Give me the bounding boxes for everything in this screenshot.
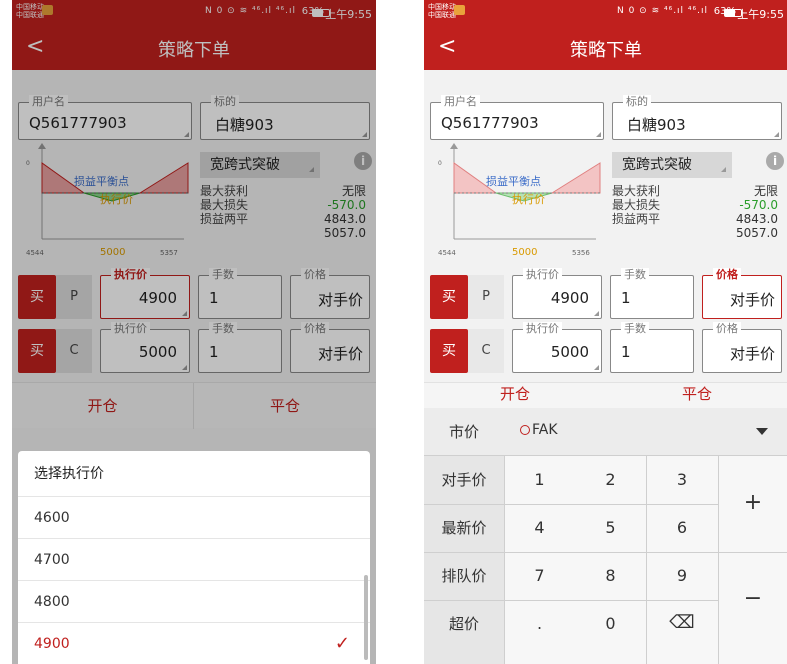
tick-label: 5000 bbox=[512, 247, 537, 258]
resize-corner-icon bbox=[774, 132, 779, 137]
divider bbox=[504, 552, 787, 553]
latest-price-key[interactable]: 最新价 bbox=[424, 504, 504, 553]
kv-value: -570.0 bbox=[739, 198, 778, 212]
page-title: 策略下单 bbox=[570, 40, 642, 61]
signal-icons: N 0 ⊙ ≋ ⁴⁶.ıl ⁴⁶.ıl bbox=[617, 6, 708, 16]
quantity-field[interactable]: 手数 1 bbox=[610, 268, 694, 319]
picker-option-label: 4900 bbox=[34, 636, 70, 652]
key-9[interactable]: 9 bbox=[646, 566, 718, 585]
check-icon: ✓ bbox=[334, 633, 350, 654]
kv-key: 损益两平 bbox=[612, 212, 661, 226]
queue-price-key[interactable]: 排队价 bbox=[424, 552, 504, 601]
key-5[interactable]: 5 bbox=[575, 518, 646, 537]
key-2[interactable]: 2 bbox=[575, 470, 646, 489]
kv-value: 5057.0 bbox=[736, 226, 778, 240]
target-value: 白糖903 bbox=[627, 116, 686, 134]
resize-corner-icon bbox=[594, 311, 599, 316]
price-field[interactable]: 价格 对手价 bbox=[702, 322, 782, 373]
over-price-key[interactable]: 超价 bbox=[424, 600, 504, 648]
price-label: 价格 bbox=[713, 268, 741, 282]
strike-picker-sheet: 选择执行价 4600 4700 4800 4900 ✓ bbox=[18, 451, 370, 664]
resize-corner-icon bbox=[594, 365, 599, 370]
quantity-label: 手数 bbox=[621, 268, 649, 282]
username-label: 用户名 bbox=[441, 95, 480, 109]
open-tab[interactable]: 开仓 bbox=[424, 383, 606, 408]
quantity-value: 1 bbox=[621, 289, 631, 307]
target-field[interactable]: 标的 白糖903 bbox=[612, 95, 782, 140]
key-dot[interactable]: . bbox=[504, 614, 575, 633]
quantity-label: 手数 bbox=[621, 322, 649, 336]
price-keyboard: 市价 FAK 对手价 最新价 排队价 超价 1 2 3 4 5 6 7 8 9 … bbox=[424, 408, 787, 664]
picker-option[interactable]: 4800 bbox=[18, 581, 370, 623]
divider bbox=[718, 456, 719, 664]
price-field[interactable]: 价格 对手价 bbox=[702, 268, 782, 319]
price-value: 对手价 bbox=[729, 345, 775, 363]
radio-icon[interactable] bbox=[520, 425, 530, 435]
put-call-button[interactable]: C bbox=[468, 329, 504, 373]
strike-field[interactable]: 执行价 4900 bbox=[512, 268, 602, 319]
strike-value: 5000 bbox=[550, 343, 589, 361]
key-7[interactable]: 7 bbox=[504, 566, 575, 585]
left-screen: 中国移动中国联通 N 0 ⊙ ≋ ⁴⁶.ıl ⁴⁶.ıl 63% 上午9:55 … bbox=[12, 0, 376, 664]
strike-label: 执行价 bbox=[512, 192, 545, 206]
chevron-down-icon[interactable] bbox=[756, 428, 768, 435]
payoff-chart: 0 损益平衡点 执行价 4544 5000 5356 bbox=[438, 143, 601, 258]
tick-label: 4544 bbox=[438, 249, 456, 257]
key-6[interactable]: 6 bbox=[646, 518, 718, 537]
right-screen: 中国移动中国联通 N 0 ⊙ ≋ ⁴⁶.ıl ⁴⁶.ıl 63% 上午9:55 … bbox=[424, 0, 787, 664]
order-tabs: 开仓 平仓 bbox=[424, 382, 787, 408]
breakeven-label: 损益平衡点 bbox=[486, 174, 541, 188]
status-bar: 中国移动中国联通 N 0 ⊙ ≋ ⁴⁶.ıl ⁴⁶.ıl 63% 上午9:55 bbox=[424, 0, 787, 26]
strike-field-label: 执行价 bbox=[523, 322, 562, 336]
picker-header: 选择执行价 bbox=[18, 451, 370, 497]
target-label: 标的 bbox=[623, 95, 651, 109]
tick-label: 5356 bbox=[572, 249, 590, 257]
divider bbox=[504, 504, 718, 505]
strike-value: 4900 bbox=[550, 289, 589, 307]
key-1[interactable]: 1 bbox=[504, 470, 575, 489]
strategy-select[interactable]: 宽跨式突破 bbox=[612, 152, 732, 178]
key-8[interactable]: 8 bbox=[575, 566, 646, 585]
title-bar: < 策略下单 bbox=[424, 26, 787, 70]
quantity-field[interactable]: 手数 1 bbox=[610, 322, 694, 373]
scrollbar[interactable] bbox=[364, 575, 368, 660]
zero-label: 0 bbox=[438, 160, 442, 167]
opponent-price-key[interactable]: 对手价 bbox=[424, 456, 504, 505]
key-3[interactable]: 3 bbox=[646, 470, 718, 489]
kv-value: 无限 bbox=[753, 184, 778, 198]
strategy-name: 宽跨式突破 bbox=[622, 157, 692, 173]
market-price-key[interactable]: 市价 bbox=[424, 408, 504, 456]
plus-key[interactable]: + bbox=[718, 490, 787, 515]
quantity-value: 1 bbox=[621, 343, 631, 361]
minus-key[interactable]: − bbox=[718, 586, 787, 611]
price-value: 对手价 bbox=[729, 291, 775, 309]
picker-option[interactable]: 4700 bbox=[18, 539, 370, 581]
info-icon[interactable]: i bbox=[766, 152, 784, 170]
buy-button[interactable]: 买 bbox=[430, 275, 468, 319]
kv-key: 最大损失 bbox=[612, 198, 661, 212]
resize-corner-icon bbox=[596, 132, 601, 137]
kv-key: 最大获利 bbox=[612, 184, 661, 198]
price-label: 价格 bbox=[713, 322, 741, 336]
picker-option[interactable]: 4600 bbox=[18, 497, 370, 539]
close-tab[interactable]: 平仓 bbox=[606, 383, 787, 408]
username-field[interactable]: 用户名 Q561777903 bbox=[430, 95, 604, 140]
operator-label: 中国移动 中国联通 bbox=[428, 3, 456, 19]
key-4[interactable]: 4 bbox=[504, 518, 575, 537]
divider bbox=[504, 600, 718, 601]
dropdown-icon bbox=[721, 167, 726, 172]
fak-label: FAK bbox=[532, 422, 558, 438]
key-0[interactable]: 0 bbox=[575, 614, 646, 633]
clock: 上午9:55 bbox=[737, 8, 784, 21]
strike-field-label: 执行价 bbox=[523, 268, 562, 282]
buy-button[interactable]: 买 bbox=[430, 329, 468, 373]
market-row: 市价 FAK bbox=[424, 408, 787, 456]
put-call-button[interactable]: P bbox=[468, 275, 504, 319]
strike-field[interactable]: 执行价 5000 bbox=[512, 322, 602, 373]
app-badge-icon bbox=[454, 5, 465, 15]
backspace-icon[interactable]: ⌫ bbox=[646, 612, 718, 633]
username-value: Q561777903 bbox=[441, 114, 539, 132]
kv-value: 4843.0 bbox=[736, 212, 778, 226]
picker-option-selected[interactable]: 4900 ✓ bbox=[18, 623, 370, 664]
